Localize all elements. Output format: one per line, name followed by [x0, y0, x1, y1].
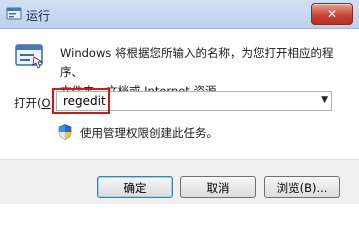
admin-note: 使用管理权限创建此任务。 — [80, 126, 218, 140]
run-dialog: 运行 ✕ Windows 将根据您所输入的名称，为您打开相应的程序、 文件夹、文… — [0, 0, 359, 204]
run-program-icon — [15, 44, 44, 69]
open-input[interactable]: regedit — [63, 94, 106, 108]
description-line-1: Windows 将根据您所输入的名称，为您打开相应的程序、 — [60, 46, 334, 79]
close-button[interactable]: ✕ — [311, 3, 353, 25]
chevron-down-icon[interactable]: ▼ — [321, 95, 328, 105]
dialog-body: Windows 将根据您所输入的名称，为您打开相应的程序、 文件夹、文档或 In… — [0, 29, 359, 159]
button-bar: 确定 取消 浏览(B)... — [0, 159, 359, 204]
open-label-text: 打开 — [14, 96, 37, 110]
open-combobox[interactable]: regedit ▼ — [56, 91, 332, 111]
uac-shield-icon — [58, 124, 72, 140]
ok-button[interactable]: 确定 — [97, 176, 173, 198]
close-icon: ✕ — [326, 7, 338, 21]
open-label-accelerator: O — [41, 96, 51, 110]
window-title: 运行 — [26, 9, 51, 23]
browse-button[interactable]: 浏览(B)... — [264, 176, 340, 198]
cancel-button[interactable]: 取消 — [180, 176, 256, 198]
title-bar[interactable]: 运行 ✕ — [0, 0, 359, 29]
open-label: 打开(O): — [14, 95, 59, 111]
run-program-icon — [6, 7, 22, 20]
